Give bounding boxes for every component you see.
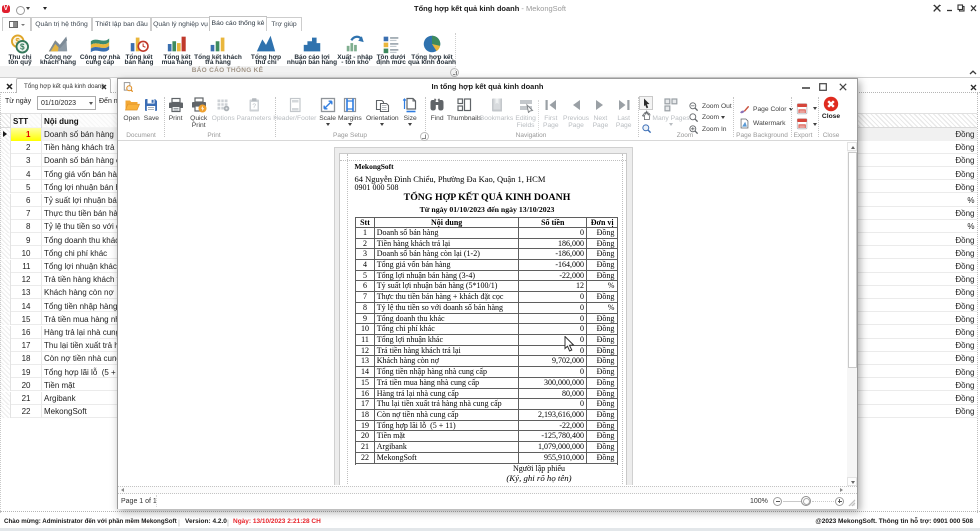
svg-text:$: $ bbox=[20, 43, 25, 52]
svg-text:?: ? bbox=[252, 103, 256, 110]
